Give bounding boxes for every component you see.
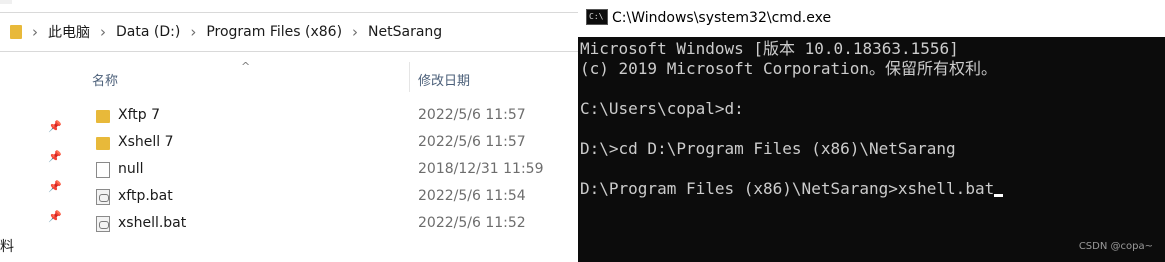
cmd-icon: C:\ (586, 9, 608, 25)
file-date: 2022/5/6 11:54 (418, 188, 526, 204)
column-divider[interactable] (409, 62, 410, 92)
folder-icon (10, 25, 22, 39)
text-cursor (994, 194, 1004, 197)
breadcrumb-data-drive[interactable]: Data (D:) (116, 24, 180, 40)
console-line: (c) 2019 Microsoft Corporation。保留所有权利。 (580, 59, 997, 78)
pin-icon[interactable]: 📌 (48, 120, 62, 134)
column-header-modified[interactable]: 修改日期 (418, 70, 470, 89)
file-name: Xshell 7 (118, 134, 174, 150)
cmd-window[interactable]: C:\ C:\Windows\system32\cmd.exe Microsof… (578, 0, 1165, 262)
chevron-right-icon[interactable]: › (32, 23, 38, 41)
console-line: C:\Users\copal>d: (580, 99, 744, 118)
breadcrumb-this-pc[interactable]: 此电脑 (48, 22, 90, 42)
watermark: CSDN @copa~ (1078, 241, 1153, 252)
chevron-right-icon[interactable]: › (100, 23, 106, 41)
file-row-null[interactable]: null 2018/12/31 11:59 (90, 157, 578, 183)
breadcrumb-program-files[interactable]: Program Files (x86) (206, 24, 342, 40)
file-date: 2018/12/31 11:59 (418, 161, 544, 177)
window-title: C:\Windows\system32\cmd.exe (612, 10, 832, 26)
tab-strip (0, 0, 12, 4)
pin-icon[interactable]: 📌 (48, 180, 62, 194)
folder-icon (96, 137, 110, 150)
address-bar[interactable]: › 此电脑 › Data (D:) › Program Files (x86) … (0, 12, 578, 52)
file-date: 2022/5/6 11:52 (418, 215, 526, 231)
breadcrumb-netsarang[interactable]: NetSarang (368, 24, 442, 40)
file-explorer: › 此电脑 › Data (D:) › Program Files (x86) … (0, 0, 578, 262)
file-row-xftp-bat[interactable]: xftp.bat 2022/5/6 11:54 (90, 184, 578, 210)
column-header-name[interactable]: 名称 (92, 70, 118, 89)
file-name: xshell.bat (118, 215, 187, 231)
console-output[interactable]: Microsoft Windows [版本 10.0.18363.1556] (c… (580, 39, 1004, 199)
pin-icon[interactable]: 📌 (48, 150, 62, 164)
window-titlebar[interactable]: C:\ C:\Windows\system32\cmd.exe (578, 0, 1165, 37)
file-row-xftp7[interactable]: Xftp 7 2022/5/6 11:57 (90, 103, 578, 129)
chevron-right-icon[interactable]: › (190, 23, 196, 41)
console-line: Microsoft Windows [版本 10.0.18363.1556] (580, 39, 959, 58)
folder-icon (96, 110, 110, 123)
file-row-xshell-bat[interactable]: xshell.bat 2022/5/6 11:52 (90, 211, 578, 237)
batch-file-icon (96, 216, 110, 232)
console-line: D:\>cd D:\Program Files (x86)\NetSarang (580, 139, 956, 158)
chevron-right-icon[interactable]: › (352, 23, 358, 41)
column-header-row: ^ 名称 修改日期 (0, 60, 578, 92)
pin-icon[interactable]: 📌 (48, 210, 62, 224)
console-line: D:\Program Files (x86)\NetSarang>xshell.… (580, 179, 995, 198)
file-name: null (118, 161, 144, 177)
file-name: Xftp 7 (118, 107, 161, 123)
sidebar-cutoff-text: 料 (0, 239, 14, 255)
sort-ascending-icon: ^ (241, 60, 251, 73)
file-date: 2022/5/6 11:57 (418, 134, 526, 150)
file-icon (96, 162, 110, 178)
batch-file-icon (96, 189, 110, 205)
file-row-xshell7[interactable]: Xshell 7 2022/5/6 11:57 (90, 130, 578, 156)
file-date: 2022/5/6 11:57 (418, 107, 526, 123)
file-name: xftp.bat (118, 188, 173, 204)
